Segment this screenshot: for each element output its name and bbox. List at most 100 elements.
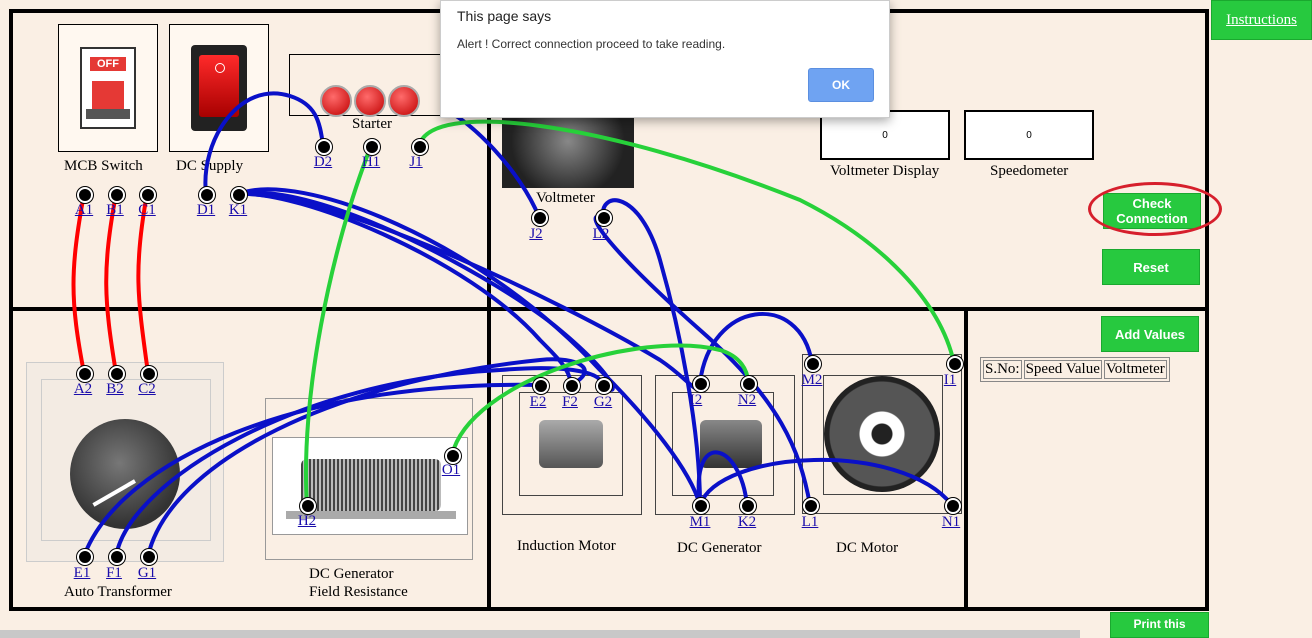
terminal-g2[interactable] (596, 378, 612, 394)
terminal-label-c1[interactable]: C1 (138, 202, 156, 219)
terminal-label-b1[interactable]: B1 (106, 202, 124, 219)
header-speed: Speed Value (1023, 360, 1102, 379)
auto-transformer-dial-icon[interactable] (70, 419, 180, 529)
terminal-label-k2[interactable]: K2 (738, 514, 756, 531)
check-connection-highlight (1088, 182, 1222, 236)
voltmeter-label: Voltmeter (536, 190, 595, 206)
starter-frame[interactable] (289, 54, 449, 117)
terminal-label-h2[interactable]: H2 (298, 513, 316, 530)
mcb-switch-label: MCB Switch (64, 158, 143, 174)
divider-bottom-left (487, 309, 491, 609)
divider-bottom-right (964, 309, 968, 609)
terminal-label-d2[interactable]: D2 (314, 154, 332, 171)
field-resistance-label-1: DC Generator (309, 566, 394, 582)
terminal-m2[interactable] (805, 356, 821, 372)
terminal-label-n2[interactable]: N2 (738, 392, 756, 409)
starter-label: Starter (352, 116, 392, 132)
dc-supply-frame[interactable] (169, 24, 269, 152)
terminal-a2[interactable] (77, 366, 93, 382)
terminal-label-f1[interactable]: F1 (106, 565, 122, 582)
header-sno: S.No: (983, 360, 1022, 379)
terminal-label-d1[interactable]: D1 (197, 202, 215, 219)
terminal-j1[interactable] (412, 139, 428, 155)
terminal-b2[interactable] (109, 366, 125, 382)
field-resistance-frame[interactable] (265, 398, 473, 560)
terminal-label-k1[interactable]: K1 (229, 202, 247, 219)
terminal-k1[interactable] (231, 187, 247, 203)
dc-generator-frame[interactable] (655, 375, 795, 515)
dc-generator-icon (700, 420, 762, 468)
dc-motor-label: DC Motor (836, 540, 899, 556)
alert-ok-button[interactable]: OK (808, 68, 874, 102)
auto-transformer-frame[interactable] (26, 362, 224, 562)
terminal-label-m2[interactable]: M2 (802, 372, 823, 389)
terminal-b1[interactable] (109, 187, 125, 203)
terminal-h1[interactable] (364, 139, 380, 155)
terminal-d1[interactable] (199, 187, 215, 203)
mcb-switch-icon[interactable]: OFF (80, 47, 136, 129)
terminal-c1[interactable] (140, 187, 156, 203)
terminal-label-f2[interactable]: F2 (562, 394, 578, 411)
terminal-label-i1[interactable]: I1 (944, 372, 957, 389)
terminal-f1[interactable] (109, 549, 125, 565)
terminal-n1[interactable] (945, 498, 961, 514)
terminal-l2[interactable] (596, 210, 612, 226)
terminal-h2[interactable] (300, 498, 316, 514)
induction-motor-icon (539, 420, 603, 468)
speedometer-display: 0 (964, 110, 1094, 160)
terminal-label-i2[interactable]: I2 (690, 392, 703, 409)
instructions-button[interactable]: Instructions (1211, 0, 1312, 40)
readings-table: S.No: Speed Value Voltmeter (980, 357, 1170, 382)
terminal-c2[interactable] (141, 366, 157, 382)
starter-lamp-1 (320, 85, 352, 117)
speedometer-label: Speedometer (990, 163, 1069, 179)
terminal-n2[interactable] (741, 376, 757, 392)
terminal-label-e2[interactable]: E2 (530, 394, 547, 411)
terminal-a1[interactable] (77, 187, 93, 203)
terminal-label-o1[interactable]: O1 (442, 462, 460, 479)
alert-dialog-title: This page says (457, 8, 552, 24)
terminal-i1[interactable] (947, 356, 963, 372)
terminal-label-g1[interactable]: G1 (138, 565, 156, 582)
instructions-link[interactable]: Instructions (1226, 12, 1297, 29)
dc-supply-switch-icon[interactable] (191, 45, 247, 131)
dc-motor-frame[interactable] (802, 354, 962, 514)
terminal-label-c2[interactable]: C2 (138, 381, 156, 398)
terminal-label-j2[interactable]: J2 (529, 226, 542, 243)
terminal-label-l1[interactable]: L1 (802, 514, 819, 531)
mcb-switch-frame[interactable]: OFF (58, 24, 158, 152)
reset-button[interactable]: Reset (1102, 249, 1200, 285)
terminal-j2[interactable] (532, 210, 548, 226)
terminal-e2[interactable] (533, 378, 549, 394)
mcb-off-tag: OFF (90, 57, 126, 71)
terminal-label-a1[interactable]: A1 (75, 202, 93, 219)
terminal-label-b2[interactable]: B2 (106, 381, 124, 398)
rheostat-coil-icon (301, 459, 441, 511)
terminal-d2[interactable] (316, 139, 332, 155)
terminal-label-l2[interactable]: L2 (593, 226, 610, 243)
horizontal-scrollbar[interactable] (0, 630, 1080, 638)
terminal-g1[interactable] (141, 549, 157, 565)
terminal-i2[interactable] (693, 376, 709, 392)
starter-lamp-3 (388, 85, 420, 117)
terminal-label-j1[interactable]: J1 (409, 154, 422, 171)
terminal-label-n1[interactable]: N1 (942, 514, 960, 531)
terminal-label-g2[interactable]: G2 (594, 394, 612, 411)
terminal-e1[interactable] (77, 549, 93, 565)
terminal-label-e1[interactable]: E1 (74, 565, 91, 582)
terminal-m1[interactable] (693, 498, 709, 514)
voltmeter-display-label: Voltmeter Display (830, 163, 940, 179)
induction-motor-label: Induction Motor (517, 538, 616, 554)
terminal-f2[interactable] (564, 378, 580, 394)
field-resistance-label-2: Field Resistance (309, 584, 408, 600)
terminal-label-m1[interactable]: M1 (690, 514, 711, 531)
print-button[interactable]: Print this (1110, 612, 1209, 638)
dc-generator-label: DC Generator (677, 540, 762, 556)
add-values-button[interactable]: Add Values (1101, 316, 1199, 352)
terminal-label-h1[interactable]: H1 (362, 154, 380, 171)
divider-horizontal (9, 307, 1207, 311)
terminal-l1[interactable] (803, 498, 819, 514)
terminal-label-a2[interactable]: A2 (74, 381, 92, 398)
terminal-k2[interactable] (740, 498, 756, 514)
header-voltmeter: Voltmeter (1103, 360, 1167, 379)
